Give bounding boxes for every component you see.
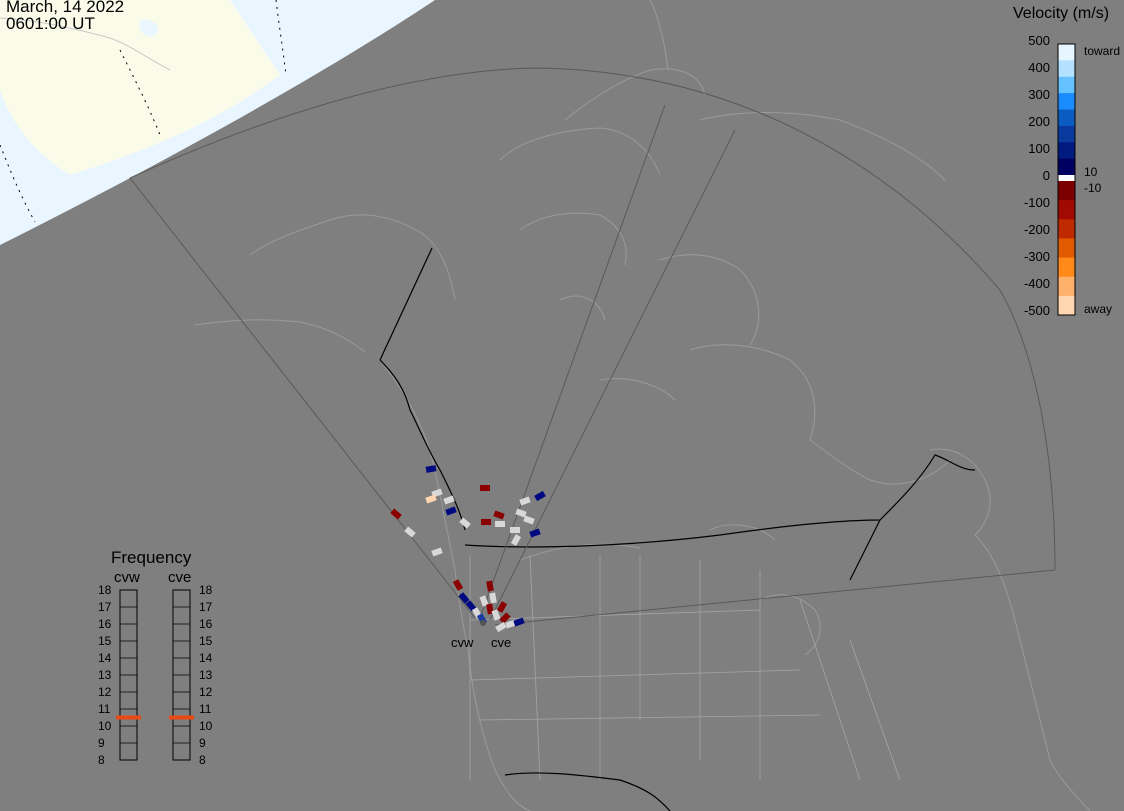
velocity-tick-label: -400 [1023,276,1050,291]
velocity-tick-label: 300 [1028,87,1050,102]
velocity-tick-label: -500 [1023,303,1050,318]
frequency-tick-label: 13 [199,668,213,682]
frequency-tick-label: 9 [199,736,206,750]
velocity-tick-label: -200 [1023,222,1050,237]
velocity-tick-label: -100 [1023,195,1050,210]
frequency-tick-label: 9 [98,736,105,750]
velocity-title: Velocity (m/s) [1013,5,1110,22]
frequency-tick-label: 12 [98,685,112,699]
velocity-tick-label: 500 [1028,33,1050,48]
velocity-tick-label: 0 [1042,168,1050,183]
radar-site-cvw-label: cvw [451,635,474,650]
velocity-tick-label: 100 [1028,141,1050,156]
frequency-tick-label: 15 [98,634,112,648]
velocity-tick-label: 400 [1028,60,1050,75]
frequency-tick-label: 14 [98,651,112,665]
frequency-tick-label: 11 [98,702,111,716]
velocity-tick-label: -300 [1023,249,1050,264]
frequency-tick-label: 17 [98,600,112,614]
frequency-title: Frequency [111,548,192,567]
frequency-marker-cve [169,715,194,720]
frequency-tick-label: 14 [199,651,213,665]
frequency-radar-cvw: cvw [114,569,140,586]
date-label: March, 14 2022 [6,0,125,16]
velocity-tick-label: 200 [1028,114,1050,129]
frequency-tick-label: 16 [98,617,112,631]
velocity-pos-threshold: 10 [1084,165,1098,179]
frequency-marker-cvw [116,715,141,720]
frequency-tick-label: 18 [199,583,213,597]
time-label: 0601:00 UT [6,14,95,33]
frequency-tick-label: 18 [98,583,112,597]
map-figure: March, 14 2022 0601:00 UT Velocity (m/s)… [0,0,1124,811]
radar-site-cve-label: cve [491,635,512,650]
frequency-tick-label: 8 [98,753,105,767]
frequency-tick-label: 10 [98,719,112,733]
frequency-radar-cve: cve [168,569,192,586]
frequency-tick-label: 11 [199,702,212,716]
frequency-tick-label: 8 [199,753,206,767]
frequency-tick-label: 15 [199,634,213,648]
frequency-tick-label: 17 [199,600,213,614]
frequency-tick-label: 13 [98,668,112,682]
frequency-tick-label: 16 [199,617,213,631]
velocity-away-label: away [1084,302,1113,316]
velocity-toward-label: toward [1084,44,1121,58]
frequency-tick-label: 10 [199,719,213,733]
frequency-panel [116,589,194,761]
frequency-tick-label: 12 [199,685,213,699]
velocity-neg-threshold: -10 [1084,181,1102,195]
